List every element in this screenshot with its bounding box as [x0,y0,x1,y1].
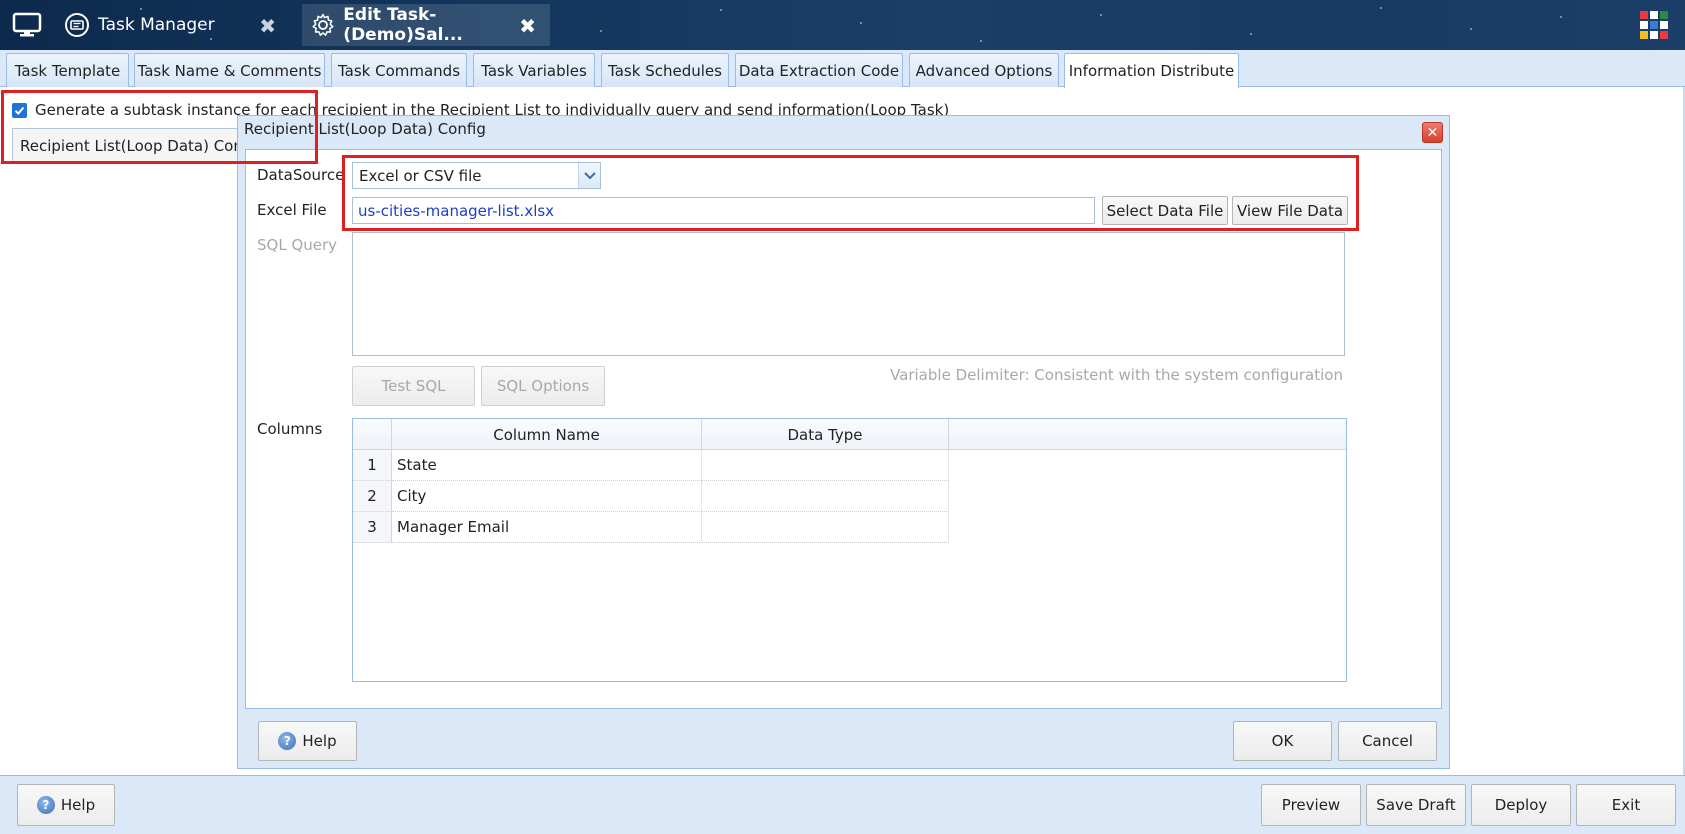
bottom-toolbar: ? Help Preview Save Draft Deploy Exit [0,775,1685,834]
columns-label: Columns [257,420,323,438]
help-label: Help [60,796,96,814]
column-name-cell[interactable]: Manager Email [392,512,702,543]
help-button[interactable]: ? Help [17,784,115,826]
tab-task-name-comments[interactable]: Task Name & Comments [134,53,325,87]
title-bar: Task Manager ✖ Edit Task-(Demo)Sal... ✖ [0,0,1685,50]
exit-button[interactable]: Exit [1576,784,1676,826]
tab-task-manager[interactable]: Task Manager ✖ [56,4,296,46]
recipient-list-config-button[interactable]: Recipient List(Loop Data) Config [12,128,242,163]
dialog-title: Recipient List(Loop Data) Config [244,120,486,138]
table-row[interactable]: 2 City [353,481,949,512]
dialog-close-icon[interactable]: ✕ [1422,122,1443,143]
view-file-data-button[interactable]: View File Data [1232,196,1348,225]
sql-query-input[interactable] [352,232,1345,356]
data-type-cell[interactable] [702,450,949,481]
loop-task-checkbox[interactable] [12,102,27,118]
excel-file-input[interactable]: us-cities-manager-list.xlsx [352,197,1095,224]
table-row[interactable]: 1 State [353,450,949,481]
gear-icon [310,12,335,38]
datasource-label: DataSource [257,166,345,184]
excel-file-label: Excel File [257,201,327,219]
test-sql-button[interactable]: Test SQL [352,366,475,406]
table-row[interactable]: 3 Manager Email [353,512,949,543]
row-number: 1 [353,450,392,481]
columns-grid: Column Name Data Type 1 State 2 City 3 M… [352,418,1347,682]
grid-header: Column Name Data Type [353,419,1346,450]
dialog-body: DataSource Excel or CSV file Excel File … [245,149,1442,709]
sql-options-button[interactable]: SQL Options [481,366,605,406]
tab-advanced-options[interactable]: Advanced Options [909,53,1059,87]
close-icon[interactable]: ✖ [259,14,276,38]
select-data-file-button[interactable]: Select Data File [1102,196,1228,225]
chevron-down-icon[interactable] [578,163,600,188]
data-type-header[interactable]: Data Type [702,419,949,450]
main-tab-strip: Task Template Task Name & Comments Task … [0,50,1685,88]
app-logo-icon [1640,11,1668,39]
data-type-cell[interactable] [702,481,949,512]
row-number-header [353,419,392,450]
tab-data-extraction-code[interactable]: Data Extraction Code [735,53,903,87]
delimiter-note: Variable Delimiter: Consistent with the … [890,366,1343,384]
help-icon: ? [278,732,297,750]
row-number: 2 [353,481,392,512]
row-number: 3 [353,512,392,543]
save-draft-button[interactable]: Save Draft [1366,784,1466,826]
tab-task-commands[interactable]: Task Commands [331,53,467,87]
column-name-cell[interactable]: State [392,450,702,481]
ok-button[interactable]: OK [1233,721,1332,761]
column-name-header[interactable]: Column Name [392,419,702,450]
dialog-help-label: Help [302,732,337,750]
cancel-button[interactable]: Cancel [1338,721,1437,761]
dialog-footer: ? Help OK Cancel [238,709,1449,768]
sql-query-label: SQL Query [257,236,338,254]
tab-task-variables[interactable]: Task Variables [473,53,595,87]
dialog-help-button[interactable]: ? Help [258,721,357,761]
tab-task-manager-label: Task Manager [98,15,215,35]
help-icon: ? [36,796,55,814]
preview-button[interactable]: Preview [1261,784,1361,826]
datasource-select[interactable]: Excel or CSV file [352,162,601,189]
tab-information-distribute[interactable]: Information Distribute [1064,53,1239,88]
checkmark-icon [14,106,25,115]
tab-edit-task[interactable]: Edit Task-(Demo)Sal... ✖ [302,4,550,46]
task-manager-icon [64,12,90,38]
recipient-list-dialog: Recipient List(Loop Data) Config ✕ DataS… [237,115,1450,769]
deploy-button[interactable]: Deploy [1471,784,1571,826]
tab-task-template[interactable]: Task Template [6,53,129,87]
tab-task-schedules[interactable]: Task Schedules [601,53,729,87]
column-name-cell[interactable]: City [392,481,702,512]
datasource-value: Excel or CSV file [359,166,482,185]
monitor-icon[interactable] [12,12,42,38]
data-type-cell[interactable] [702,512,949,543]
close-icon[interactable]: ✖ [519,14,536,38]
